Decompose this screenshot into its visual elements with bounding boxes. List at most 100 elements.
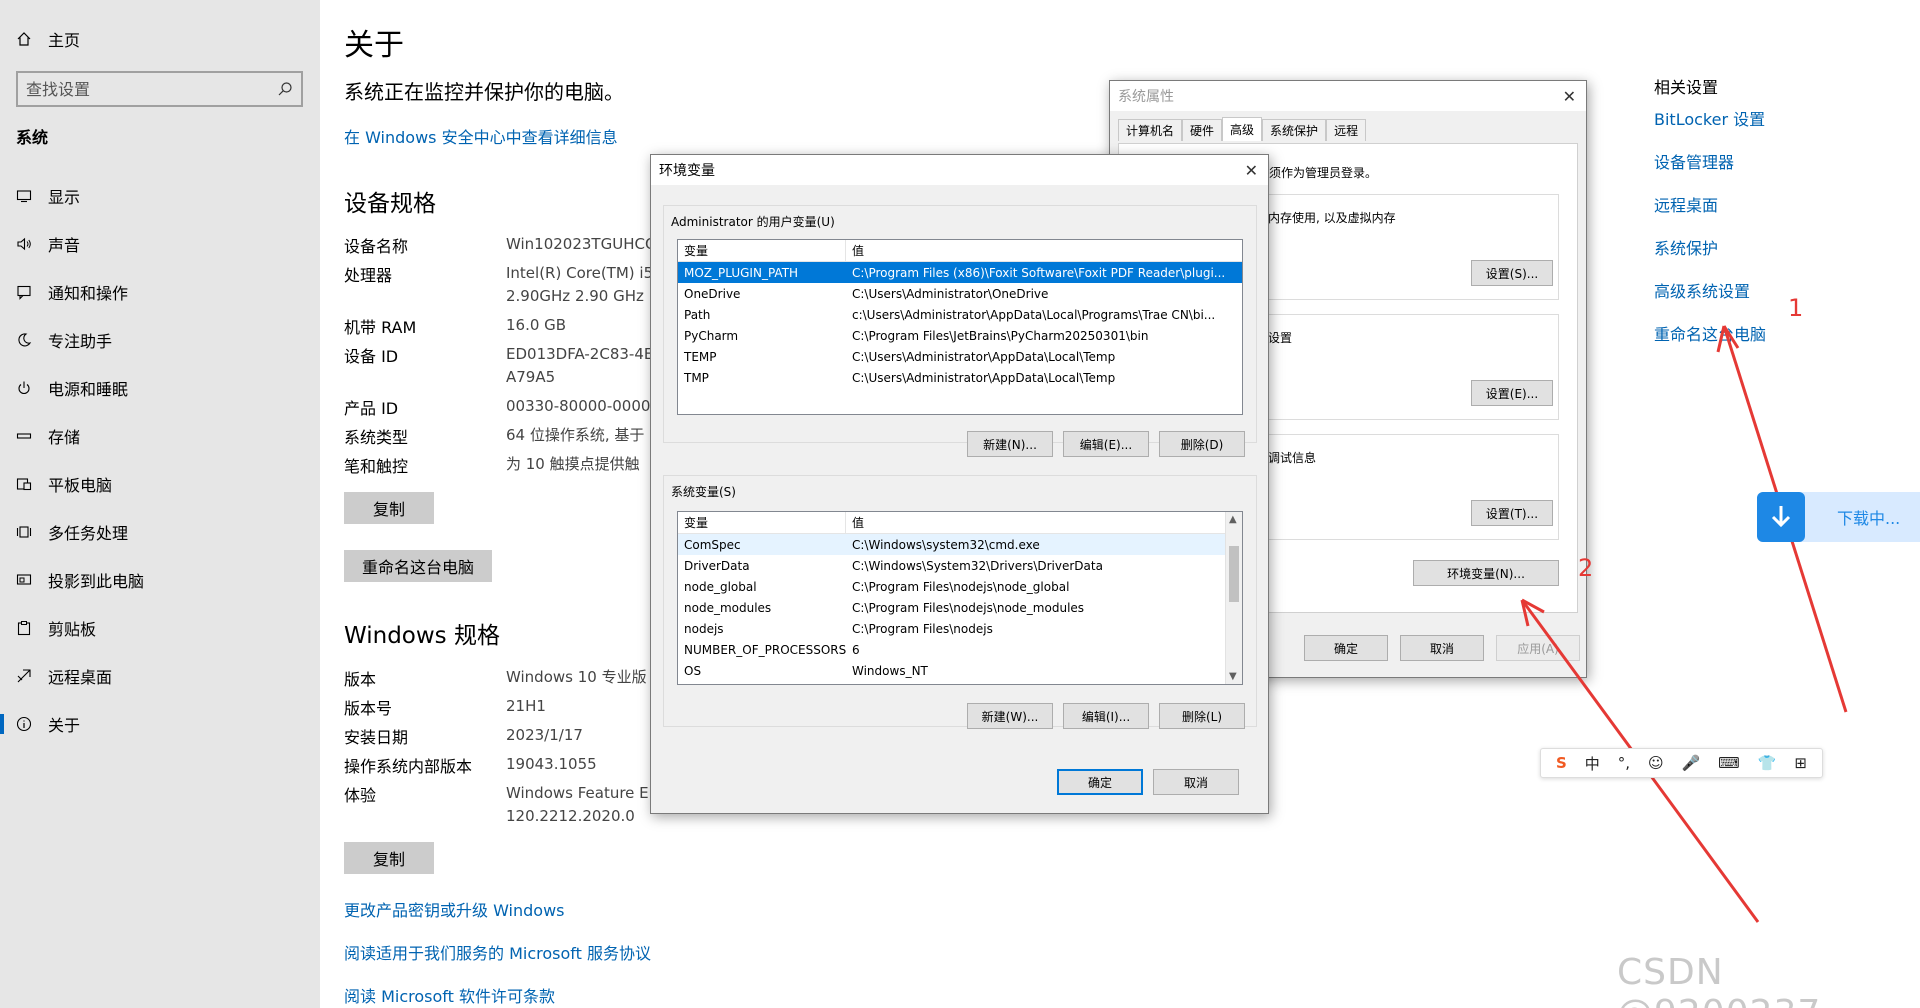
- copy-device-specs-button[interactable]: 复制: [344, 492, 434, 524]
- download-widget[interactable]: 下载中...: [1757, 492, 1920, 542]
- ime-language-toggle[interactable]: 中: [1585, 753, 1600, 774]
- os-build-value: 19043.1055: [506, 755, 597, 773]
- emoji-icon[interactable]: ☺: [1648, 754, 1664, 772]
- sidebar-item-clipboard[interactable]: 剪贴板: [0, 604, 320, 652]
- list-item[interactable]: TMP C:\Users\Administrator\AppData\Local\…: [678, 367, 1242, 388]
- nav-home[interactable]: 主页: [16, 26, 80, 52]
- list-item[interactable]: PyCharm C:\Program Files\JetBrains\PyChar…: [678, 325, 1242, 346]
- tab-system-protection[interactable]: 系统保护: [1262, 119, 1327, 141]
- ok-button[interactable]: 确定: [1057, 769, 1143, 795]
- column-variable[interactable]: 变量: [678, 512, 846, 533]
- tab-advanced[interactable]: 高级: [1222, 117, 1263, 141]
- upgrade-windows-link[interactable]: 更改产品密钥或升级 Windows: [344, 897, 565, 921]
- search-input[interactable]: [26, 79, 277, 99]
- sidebar-item-remote-desktop[interactable]: 远程桌面: [0, 652, 320, 700]
- apply-button[interactable]: 应用(A): [1496, 635, 1580, 661]
- tab-hardware[interactable]: 硬件: [1182, 119, 1223, 141]
- variable-value: C:\Users\Administrator\AppData\Local\Tem…: [852, 370, 1116, 385]
- scroll-down-icon[interactable]: ▼: [1229, 671, 1237, 682]
- skin-icon[interactable]: 👕: [1758, 754, 1777, 772]
- advanced-system-settings-link[interactable]: 高级系统设置: [1654, 278, 1750, 302]
- settings-search[interactable]: [16, 71, 303, 107]
- moon-icon: [16, 332, 32, 348]
- copy-windows-specs-button[interactable]: 复制: [344, 842, 434, 874]
- punctuation-icon[interactable]: °,: [1618, 754, 1630, 772]
- ok-button[interactable]: 确定: [1304, 635, 1388, 661]
- license-terms-link[interactable]: 阅读 Microsoft 软件许可条款: [344, 983, 555, 1007]
- system-edit-button[interactable]: 编辑(I)...: [1063, 703, 1149, 729]
- environment-variables-button[interactable]: 环境变量(N)...: [1413, 560, 1559, 586]
- system-variables-list[interactable]: 变量 值 ComSpec C:\Windows\system32\cmd.exe …: [677, 511, 1243, 685]
- column-variable[interactable]: 变量: [678, 240, 846, 261]
- user-variables-list[interactable]: 变量 值 MOZ_PLUGIN_PATH C:\Program Files (x8…: [677, 239, 1243, 415]
- list-item[interactable]: NUMBER_OF_PROCESSORS 6: [678, 639, 1242, 660]
- profile-settings-button[interactable]: 设置(E)...: [1471, 380, 1553, 406]
- sidebar-item-sound[interactable]: 声音: [0, 220, 320, 268]
- scroll-up-icon[interactable]: ▲: [1229, 514, 1237, 525]
- sidebar-item-focus-assist[interactable]: 专注助手: [0, 316, 320, 364]
- rename-pc-button[interactable]: 重命名这台电脑: [344, 550, 492, 582]
- list-item[interactable]: ComSpec C:\Windows\system32\cmd.exe: [678, 534, 1242, 555]
- rename-this-pc-link[interactable]: 重命名这台电脑: [1654, 321, 1766, 345]
- sidebar-item-notifications[interactable]: 通知和操作: [0, 268, 320, 316]
- toolbox-icon[interactable]: ⊞: [1794, 754, 1807, 772]
- sidebar-item-projection[interactable]: 投影到此电脑: [0, 556, 320, 604]
- power-icon: [16, 380, 32, 396]
- security-center-link[interactable]: 在 Windows 安全中心中查看详细信息: [344, 124, 618, 148]
- remote-desktop-link[interactable]: 远程桌面: [1654, 192, 1718, 216]
- sidebar-item-label: 通知和操作: [48, 284, 129, 303]
- variable-name: node_global: [684, 579, 757, 594]
- column-value[interactable]: 值: [846, 512, 864, 533]
- list-item[interactable]: TEMP C:\Users\Administrator\AppData\Local…: [678, 346, 1242, 367]
- dialog-titlebar[interactable]: 环境变量 ✕: [651, 155, 1268, 185]
- processor-label: 处理器: [344, 266, 393, 285]
- list-item[interactable]: node_modules C:\Program Files\nodejs\node…: [678, 597, 1242, 618]
- cancel-button[interactable]: 取消: [1400, 635, 1484, 661]
- list-item[interactable]: OneDrive C:\Users\Administrator\OneDrive: [678, 283, 1242, 304]
- sidebar-item-display[interactable]: 显示: [0, 172, 320, 220]
- sidebar-item-power[interactable]: 电源和睡眠: [0, 364, 320, 412]
- list-header: 变量 值: [678, 512, 1242, 534]
- column-value[interactable]: 值: [846, 240, 864, 261]
- startup-settings-button[interactable]: 设置(T)...: [1471, 500, 1553, 526]
- bitlocker-link[interactable]: BitLocker 设置: [1654, 106, 1765, 130]
- sogou-logo-icon[interactable]: S: [1556, 754, 1567, 772]
- list-item[interactable]: nodejs C:\Program Files\nodejs: [678, 618, 1242, 639]
- sidebar-item-multitasking[interactable]: 多任务处理: [0, 508, 320, 556]
- list-item[interactable]: Path c:\Users\Administrator\AppData\Local…: [678, 304, 1242, 325]
- nav-group-system: 系统: [16, 128, 49, 147]
- keyboard-icon[interactable]: ⌨: [1718, 754, 1740, 772]
- service-agreement-link[interactable]: 阅读适用于我们服务的 Microsoft 服务协议: [344, 940, 651, 964]
- list-item[interactable]: DriverData C:\Windows\System32\Drivers\Dr…: [678, 555, 1242, 576]
- tab-computer-name[interactable]: 计算机名: [1118, 119, 1183, 141]
- device-manager-link[interactable]: 设备管理器: [1654, 149, 1734, 173]
- dialog-titlebar[interactable]: 系统属性 ✕: [1110, 81, 1586, 111]
- microphone-icon[interactable]: 🎤: [1682, 754, 1701, 772]
- sidebar-item-storage[interactable]: 存储: [0, 412, 320, 460]
- system-new-button[interactable]: 新建(W)...: [967, 703, 1053, 729]
- tab-remote[interactable]: 远程: [1326, 119, 1367, 141]
- user-edit-button[interactable]: 编辑(E)...: [1063, 431, 1149, 457]
- page-title: 关于: [344, 28, 404, 63]
- list-item[interactable]: MOZ_PLUGIN_PATH C:\Program Files (x86)\Fo…: [678, 262, 1242, 283]
- scrollbar-thumb[interactable]: [1229, 546, 1239, 602]
- system-delete-button[interactable]: 删除(L): [1159, 703, 1245, 729]
- sidebar-item-about[interactable]: 关于: [0, 700, 320, 748]
- sidebar-item-tablet[interactable]: 平板电脑: [0, 460, 320, 508]
- list-item[interactable]: node_global C:\Program Files\nodejs\node_…: [678, 576, 1242, 597]
- close-icon[interactable]: ✕: [1563, 87, 1576, 106]
- multitask-icon: [16, 524, 32, 540]
- scrollbar[interactable]: ▲ ▼: [1225, 512, 1242, 684]
- close-icon[interactable]: ✕: [1245, 161, 1258, 180]
- performance-settings-button[interactable]: 设置(S)...: [1471, 260, 1553, 286]
- user-delete-button[interactable]: 删除(D): [1159, 431, 1245, 457]
- startup-recovery-text: 调试信息: [1268, 451, 1317, 465]
- list-item[interactable]: OS Windows_NT: [678, 660, 1242, 681]
- system-protection-link[interactable]: 系统保护: [1654, 235, 1718, 259]
- cancel-button[interactable]: 取消: [1153, 769, 1239, 795]
- user-new-button[interactable]: 新建(N)...: [967, 431, 1053, 457]
- edition-label: 版本: [344, 670, 377, 689]
- variable-name: ComSpec: [684, 537, 741, 552]
- dialog-title: 环境变量: [659, 163, 715, 179]
- ram-value: 16.0 GB: [506, 316, 567, 334]
